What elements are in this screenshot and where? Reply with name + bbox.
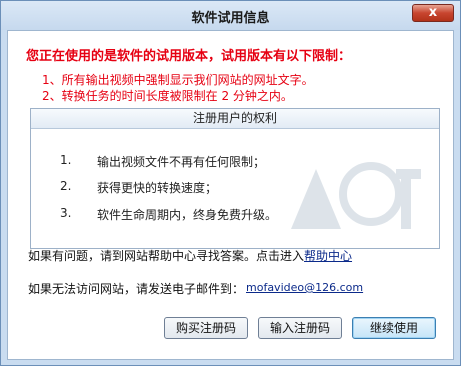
dialog-body: 您正在使用的是软件的试用版本，试用版本有以下限制： 1、所有输出视频中强制显示我… (7, 30, 454, 360)
rights-item-number: 1. (60, 153, 72, 167)
contact-text: 如果无法访问网站，请发送电子邮件到： (28, 282, 245, 296)
rights-item-number: 2. (60, 179, 72, 193)
close-button[interactable]: x (412, 4, 454, 22)
rights-header: 注册用户的权利 (31, 109, 439, 129)
help-text: 如果有问题，请到网站帮助中心寻找答案。点击进入 (28, 249, 305, 263)
title-bar[interactable]: 软件试用信息 x (1, 1, 460, 30)
continue-button[interactable]: 继续使用 (352, 317, 436, 339)
rights-item-number: 3. (60, 206, 72, 220)
help-center-link[interactable]: 帮助中心 (304, 249, 352, 263)
watermark-logo-icon (291, 162, 421, 229)
rights-item-text: 输出视频文件不再有任何限制； (97, 155, 266, 169)
limit-item: 1、所有输出视频中强制显示我们网站的网址文字。 (42, 73, 314, 87)
enter-code-button[interactable]: 输入注册码 (258, 317, 342, 339)
support-email-link[interactable]: mofavideo@126.com (246, 281, 363, 294)
buy-code-button[interactable]: 购买注册码 (164, 317, 248, 339)
limit-item: 2、转换任务的时间长度被限制在 2 分钟之内。 (42, 89, 293, 103)
dialog-title: 软件试用信息 (191, 11, 270, 26)
trial-info-dialog: 软件试用信息 x 您正在使用的是软件的试用版本，试用版本有以下限制： 1、所有输… (0, 0, 461, 366)
registered-rights-box: 注册用户的权利 1. 输出视频文件不再有任何限制； 2. 获得更快的转换速度； … (30, 108, 440, 249)
help-line: 如果有问题，请到网站帮助中心寻找答案。点击进入帮助中心 (28, 247, 352, 264)
trial-warning-title: 您正在使用的是软件的试用版本，试用版本有以下限制： (26, 49, 352, 64)
rights-item-text: 获得更快的转换速度； (97, 181, 218, 195)
close-icon: x (428, 5, 438, 20)
rights-item-text: 软件生命周期内，终身免费升级。 (97, 208, 278, 222)
contact-line: 如果无法访问网站，请发送电子邮件到： (28, 280, 244, 297)
